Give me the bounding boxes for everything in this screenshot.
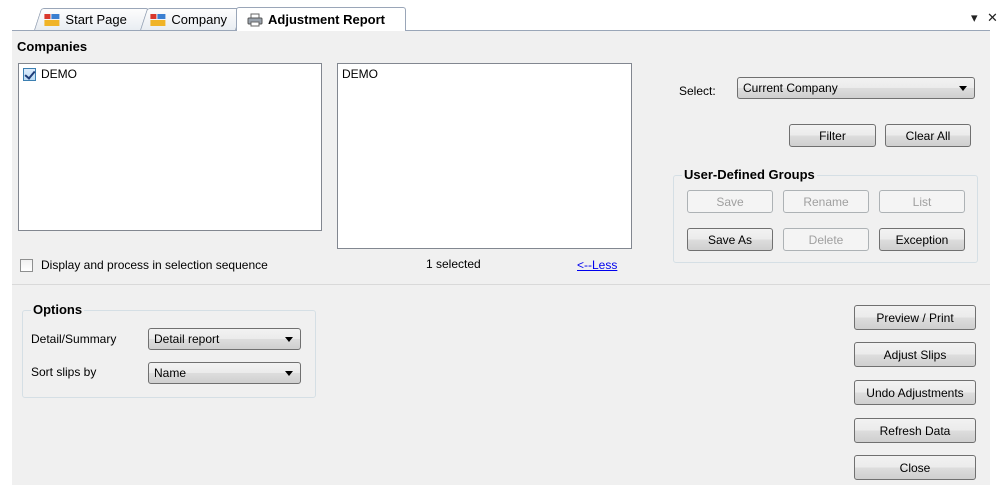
tab-list-dropdown-icon[interactable]: ▾ <box>971 10 978 26</box>
rename-button[interactable]: Rename <box>783 190 869 213</box>
list-button[interactable]: List <box>879 190 965 213</box>
sort-slips-dropdown[interactable]: Name <box>148 362 301 384</box>
tab-adjustment-report[interactable]: Adjustment Report <box>236 7 406 31</box>
less-link[interactable]: <--Less <box>577 258 617 272</box>
exception-button[interactable]: Exception <box>879 228 965 251</box>
save-as-button[interactable]: Save As <box>687 228 773 251</box>
filter-button[interactable]: Filter <box>789 124 876 147</box>
delete-button[interactable]: Delete <box>783 228 869 251</box>
sequence-checkbox[interactable] <box>20 258 33 272</box>
chevron-down-icon <box>959 86 967 91</box>
select-value: Current Company <box>743 81 838 95</box>
tab-label: Company <box>171 12 228 27</box>
close-button[interactable]: Close <box>854 455 976 480</box>
tab-label: Adjustment Report <box>268 12 385 27</box>
app-icon <box>150 13 166 27</box>
undo-adjustments-button[interactable]: Undo Adjustments <box>854 380 976 405</box>
available-companies-list[interactable]: DEMO <box>18 63 322 231</box>
companies-title: Companies <box>17 39 88 54</box>
sequence-label: Display and process in selection sequenc… <box>41 258 268 272</box>
select-label: Select: <box>679 84 716 98</box>
options-title: Options <box>31 302 85 317</box>
user-groups-title: User-Defined Groups <box>682 167 817 182</box>
tab-label: Start Page <box>65 12 127 27</box>
sort-slips-value: Name <box>154 366 187 380</box>
company-checkbox[interactable] <box>23 67 36 81</box>
selected-companies-list[interactable]: DEMO <box>337 63 632 249</box>
preview-print-button[interactable]: Preview / Print <box>854 305 976 330</box>
adjust-slips-button[interactable]: Adjust Slips <box>854 342 976 367</box>
refresh-data-button[interactable]: Refresh Data <box>854 418 976 443</box>
app-icon <box>44 13 60 27</box>
printer-icon <box>247 13 263 26</box>
close-icon[interactable]: ✕ <box>987 10 998 26</box>
list-item[interactable]: DEMO <box>338 64 631 84</box>
list-item[interactable]: DEMO <box>19 64 321 84</box>
save-button[interactable]: Save <box>687 190 773 213</box>
detail-summary-label: Detail/Summary <box>31 332 117 346</box>
sequence-option[interactable]: Display and process in selection sequenc… <box>20 258 268 272</box>
tab-company[interactable]: Company <box>140 8 244 30</box>
clear-all-button[interactable]: Clear All <box>885 124 971 147</box>
company-label: DEMO <box>41 67 77 81</box>
tab-start-page[interactable]: Start Page <box>34 8 150 30</box>
sort-slips-label: Sort slips by <box>31 365 97 379</box>
options-box <box>22 310 316 398</box>
chevron-down-icon <box>285 371 293 376</box>
chevron-down-icon <box>285 337 293 342</box>
detail-summary-value: Detail report <box>154 332 220 346</box>
detail-summary-dropdown[interactable]: Detail report <box>148 328 301 350</box>
selected-count: 1 selected <box>426 257 481 271</box>
select-dropdown[interactable]: Current Company <box>737 77 975 99</box>
